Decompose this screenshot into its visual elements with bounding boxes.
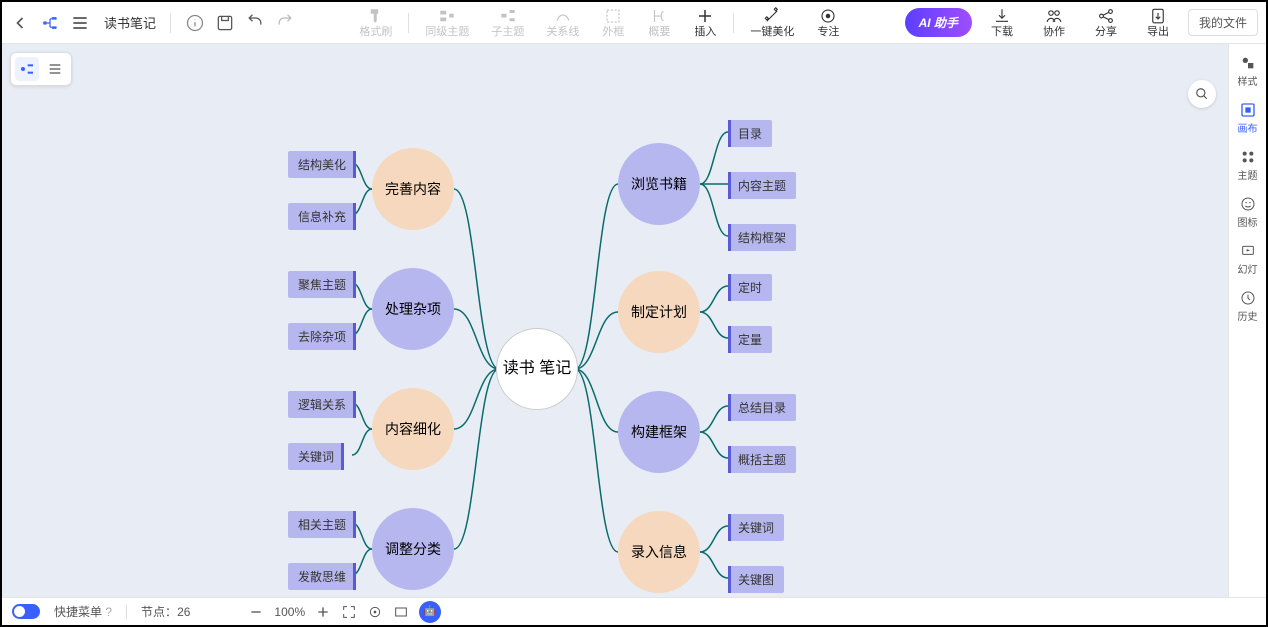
back-icon[interactable]: [10, 13, 30, 33]
node-count: 节点：26: [141, 603, 190, 620]
locate-icon[interactable]: [367, 604, 383, 620]
right-leaf-3-0[interactable]: 关键词: [728, 514, 784, 541]
quickmenu-label: 快捷菜单 ?: [54, 603, 112, 620]
right-leaf-1-1[interactable]: 定量: [728, 326, 772, 353]
center-node[interactable]: 读书 笔记: [496, 328, 578, 410]
info-icon[interactable]: [185, 13, 205, 33]
document-title[interactable]: 读书笔记: [104, 13, 156, 32]
collab-button[interactable]: 协作: [1032, 5, 1076, 40]
status-bar: 快捷菜单 ? 节点：26 100% 🤖: [2, 597, 1266, 625]
left-leaf-3-1[interactable]: 发散思维: [288, 563, 356, 590]
quickmenu-toggle[interactable]: [12, 604, 40, 619]
download-button[interactable]: 下载: [980, 5, 1024, 40]
right-leaf-0-1[interactable]: 内容主题: [728, 172, 796, 199]
left-branch-3[interactable]: 调整分类: [372, 508, 454, 590]
left-leaf-1-1[interactable]: 去除杂项: [288, 323, 356, 350]
zoom-level[interactable]: 100%: [274, 605, 305, 619]
sidebar-style[interactable]: 样式: [1231, 50, 1265, 93]
insert-button[interactable]: 插入: [683, 5, 727, 40]
share-button[interactable]: 分享: [1084, 5, 1128, 40]
left-leaf-2-0[interactable]: 逻辑关系: [288, 391, 356, 418]
left-leaf-1-0[interactable]: 聚焦主题: [288, 271, 356, 298]
minimap-icon[interactable]: [393, 604, 409, 620]
right-branch-2[interactable]: 构建框架: [618, 391, 700, 473]
right-sidebar: 样式 画布 主题 图标 幻灯 历史: [1228, 44, 1266, 597]
export-button[interactable]: 导出: [1136, 5, 1180, 40]
right-leaf-0-2[interactable]: 结构框架: [728, 224, 796, 251]
format-brush-button[interactable]: 格式刷: [349, 5, 402, 40]
relation-button[interactable]: 关系线: [536, 5, 589, 40]
sidebar-canvas[interactable]: 画布: [1231, 97, 1265, 140]
zoom-out-icon[interactable]: [248, 604, 264, 620]
main-toolbar: 读书笔记 格式刷 同级主题 子主题 关系线 外框 概要 插入 一键美化 专注 A…: [2, 2, 1266, 44]
undo-icon[interactable]: [245, 13, 265, 33]
bot-icon[interactable]: 🤖: [419, 601, 441, 623]
right-leaf-1-0[interactable]: 定时: [728, 274, 772, 301]
right-leaf-2-0[interactable]: 总结目录: [728, 394, 796, 421]
right-branch-0[interactable]: 浏览书籍: [618, 143, 700, 225]
focus-button[interactable]: 专注: [806, 5, 850, 40]
save-icon[interactable]: [215, 13, 235, 33]
left-leaf-2-1[interactable]: 关键词: [288, 443, 344, 470]
beautify-button[interactable]: 一键美化: [740, 5, 804, 40]
sub-topic-button[interactable]: 子主题: [481, 5, 534, 40]
sidebar-icon[interactable]: 图标: [1231, 191, 1265, 234]
my-files-button[interactable]: 我的文件: [1188, 9, 1258, 36]
left-branch-1[interactable]: 处理杂项: [372, 268, 454, 350]
sidebar-theme[interactable]: 主题: [1231, 144, 1265, 187]
left-leaf-3-0[interactable]: 相关主题: [288, 511, 356, 538]
left-branch-2[interactable]: 内容细化: [372, 388, 454, 470]
left-leaf-0-1[interactable]: 信息补充: [288, 203, 356, 230]
right-branch-1[interactable]: 制定计划: [618, 271, 700, 353]
frame-button[interactable]: 外框: [591, 5, 635, 40]
mindmap-canvas[interactable]: 读书 笔记 完善内容结构美化信息补充处理杂项聚焦主题去除杂项内容细化逻辑关系关键词…: [2, 44, 1228, 597]
redo-icon[interactable]: [275, 13, 295, 33]
summary-button[interactable]: 概要: [637, 5, 681, 40]
left-leaf-0-0[interactable]: 结构美化: [288, 151, 356, 178]
right-branch-3[interactable]: 录入信息: [618, 511, 700, 593]
sidebar-slide[interactable]: 幻灯: [1231, 238, 1265, 281]
right-leaf-2-1[interactable]: 概括主题: [728, 446, 796, 473]
outline-mode-icon[interactable]: [70, 13, 90, 33]
fit-screen-icon[interactable]: [341, 604, 357, 620]
sidebar-history[interactable]: 历史: [1231, 285, 1265, 328]
right-leaf-0-0[interactable]: 目录: [728, 120, 772, 147]
ai-assistant-button[interactable]: AI 助手: [905, 8, 972, 37]
peer-topic-button[interactable]: 同级主题: [415, 5, 479, 40]
mindmap-mode-icon[interactable]: [40, 13, 60, 33]
left-branch-0[interactable]: 完善内容: [372, 148, 454, 230]
zoom-in-icon[interactable]: [315, 604, 331, 620]
right-leaf-3-1[interactable]: 关键图: [728, 566, 784, 593]
